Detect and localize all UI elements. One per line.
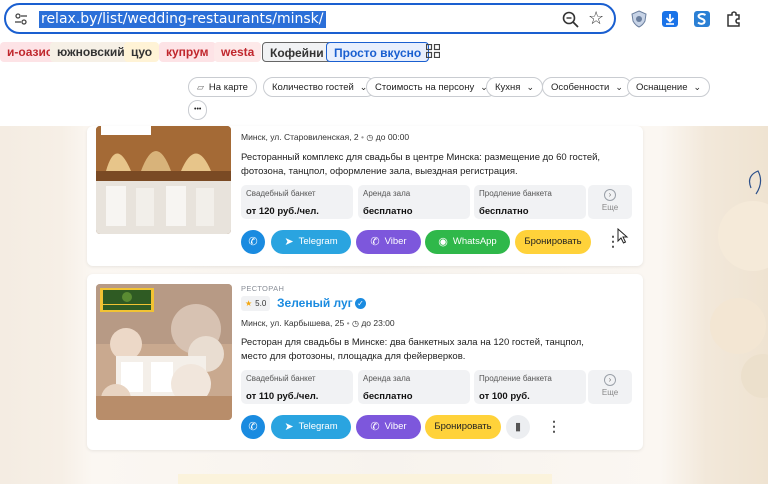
s-extension-icon[interactable] <box>693 10 711 28</box>
filter-cuisine-label: Кухня <box>495 82 521 93</box>
phone-icon: ✆ <box>248 236 258 248</box>
chevron-right-icon: › <box>604 374 616 386</box>
viber-button[interactable]: ✆ Viber <box>356 415 421 439</box>
bookmark-icon: ▮ <box>514 421 522 433</box>
chevron-down-icon: ⌄ <box>693 82 702 92</box>
chevron-down-icon: ⌄ <box>526 82 534 92</box>
phone-button[interactable]: ✆ <box>241 415 265 439</box>
restaurant-photo[interactable] <box>96 126 231 234</box>
price-hall-rent: Аренда зала бесплатно <box>358 370 470 404</box>
filter-price[interactable]: Стоимость на персону ⌄ <box>366 77 497 97</box>
chevron-down-icon: ⌄ <box>615 82 623 92</box>
more-prices-button[interactable]: › Еще <box>588 185 632 219</box>
book-button[interactable]: Бронировать <box>515 230 591 254</box>
restaurant-address: Минск, ул. Карбышева, 25 • ◷ до 23:00 <box>241 318 395 328</box>
restaurant-description: Ресторанный комплекс для свадьбы в центр… <box>241 152 601 177</box>
filter-map-label: На карте <box>208 82 248 93</box>
restaurant-address: Минск, ул. Старовиленская, 2 • ◷ до 00:0… <box>241 132 410 142</box>
bookmark-westa[interactable]: westa <box>214 42 262 62</box>
viber-icon: ✆ <box>370 236 380 248</box>
filter-guests-label: Количество гостей <box>272 82 354 93</box>
filter-more[interactable]: ••• <box>188 100 208 120</box>
star-icon: ★ <box>245 299 253 308</box>
rating-badge: ★ 5.0 <box>241 296 271 311</box>
price-banquet: Свадебный банкет от 110 руб./чел. <box>241 370 353 404</box>
bookmark-prosto-vkusno[interactable]: Просто вкусно <box>326 42 430 62</box>
book-button[interactable]: Бронировать <box>425 415 501 439</box>
phone-button[interactable]: ✆ <box>241 230 265 254</box>
restaurant-card[interactable]: Минск, ул. Старовиленская, 2 • ◷ до 00:0… <box>87 126 643 266</box>
telegram-icon: ➤ <box>284 421 294 433</box>
bookmarks-bar: и-оазис южновский цуо купрум westa Кофей… <box>0 38 768 66</box>
next-card-partial <box>178 474 552 484</box>
filter-equipment-label: Оснащение <box>636 82 688 93</box>
more-prices-button[interactable]: › Еще <box>588 370 632 404</box>
filter-map[interactable]: ▱ На карте <box>188 77 257 97</box>
telegram-icon: ➤ <box>284 236 294 248</box>
url-text[interactable]: relax.by/list/wedding-restaurants/minsk/ <box>39 11 326 28</box>
filter-equipment[interactable]: Оснащение ⌄ <box>627 77 711 97</box>
telegram-button[interactable]: ➤ Telegram <box>271 230 351 254</box>
filter-price-label: Стоимость на персону <box>375 82 475 93</box>
download-icon[interactable] <box>661 10 679 28</box>
site-settings-icon[interactable] <box>14 12 28 26</box>
browser-toolbar: relax.by/list/wedding-restaurants/minsk/… <box>0 0 768 38</box>
verified-icon: ✓ <box>355 298 366 309</box>
shield-extension-icon[interactable] <box>630 10 648 28</box>
clock-icon: ◷ <box>351 319 359 328</box>
viber-icon: ✆ <box>370 421 380 433</box>
restaurant-name[interactable]: Зеленый луг <box>277 296 353 310</box>
filter-cuisine[interactable]: Кухня ⌄ <box>486 77 543 97</box>
whatsapp-icon: ◉ <box>438 236 448 248</box>
restaurant-photo[interactable] <box>96 284 232 420</box>
bookmark-yuzhnovsky[interactable]: южновский <box>50 42 132 62</box>
telegram-button[interactable]: ➤ Telegram <box>271 415 351 439</box>
restaurant-type: РЕСТОРАН <box>241 284 285 293</box>
price-hall-rent: Аренда зала бесплатно <box>358 185 470 219</box>
mouse-cursor-icon <box>617 228 629 244</box>
zoom-icon[interactable] <box>561 10 581 30</box>
save-bookmark-button[interactable]: ▮ <box>506 415 530 439</box>
chevron-right-icon: › <box>604 189 616 201</box>
filter-features-label: Особенности <box>551 82 610 93</box>
viber-button[interactable]: ✆ Viber <box>356 230 421 254</box>
price-banquet: Свадебный банкет от 120 руб./чел. <box>241 185 353 219</box>
apps-grid-icon[interactable] <box>426 44 440 58</box>
filter-guests[interactable]: Количество гостей ⌄ <box>263 77 377 97</box>
filters-bar: ▱ На карте Количество гостей ⌄ Стоимость н… <box>0 66 768 126</box>
phone-icon: ✆ <box>248 421 258 433</box>
map-icon: ▱ <box>197 82 204 92</box>
extensions-puzzle-icon[interactable] <box>725 10 743 28</box>
price-extension: Продление банкета бесплатно <box>474 185 586 219</box>
price-extension: Продление банкета от 100 руб. <box>474 370 586 404</box>
restaurant-description: Ресторан для свадьбы в Минске: два банке… <box>241 337 584 362</box>
bookmark-kuprum[interactable]: купрум <box>159 42 216 62</box>
clock-icon: ◷ <box>366 133 374 142</box>
whatsapp-button[interactable]: ◉ WhatsApp <box>425 230 510 254</box>
bookmark-star-icon[interactable]: ☆ <box>588 8 604 29</box>
more-options-icon[interactable]: ⋮ <box>547 418 561 435</box>
filter-features[interactable]: Особенности ⌄ <box>542 77 632 97</box>
bookmark-tsuo[interactable]: цуо <box>124 42 160 62</box>
address-bar[interactable]: relax.by/list/wedding-restaurants/minsk/… <box>4 3 616 34</box>
decorative-flowers <box>710 170 768 398</box>
restaurant-card[interactable]: РЕСТОРАН ★ 5.0 Зеленый луг ✓ Минск, ул. К… <box>87 274 643 450</box>
bookmark-coffee[interactable]: Кофейни <box>262 42 332 62</box>
